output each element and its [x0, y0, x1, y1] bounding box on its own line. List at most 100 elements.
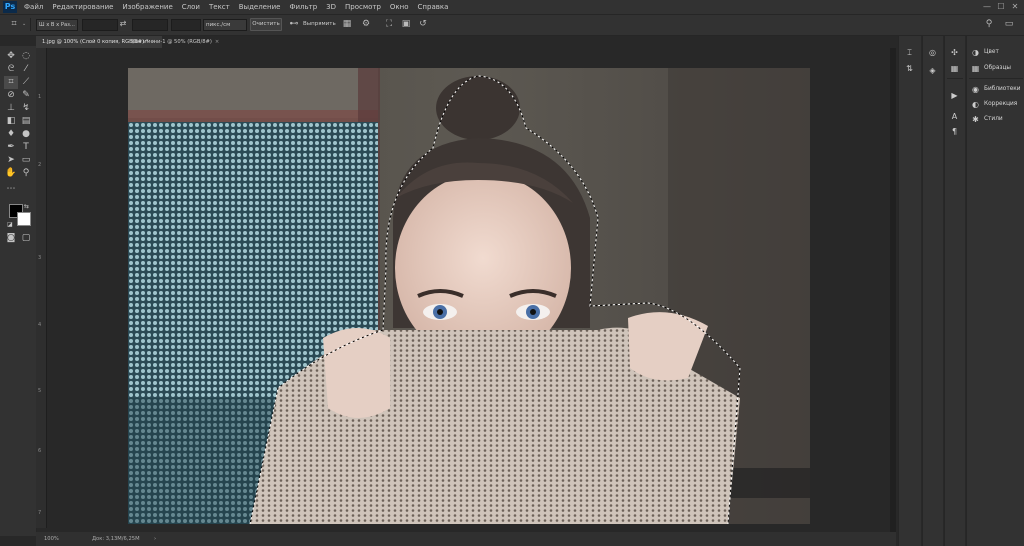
- pen-tool-icon[interactable]: ✒: [4, 141, 18, 154]
- ratio-select[interactable]: Ш х В х Раз...: [36, 19, 78, 31]
- move-tool-icon[interactable]: ✥: [4, 50, 18, 63]
- panel-adjustments[interactable]: ◐ Коррекция: [971, 98, 1017, 110]
- straighten-icon[interactable]: ⊷: [288, 19, 300, 29]
- tab-document-2[interactable]: Без имени-1 @ 50% (RGB/8#) ×: [126, 36, 225, 48]
- resolution-input[interactable]: [171, 19, 201, 31]
- ruler-mark: 7: [38, 510, 42, 516]
- paragraph-panel-icon[interactable]: ¶: [950, 127, 959, 136]
- layers-panel-icon[interactable]: ◈: [928, 66, 937, 75]
- content-aware-icon[interactable]: ▣: [400, 19, 412, 29]
- background-color-swatch[interactable]: [17, 212, 31, 226]
- adjustments-icon: ◐: [972, 99, 979, 109]
- tool-preset-chevron-icon[interactable]: ⌄: [22, 21, 26, 27]
- panel-styles[interactable]: ✱ Стили: [971, 113, 1003, 125]
- panel-label: Стили: [984, 116, 1003, 122]
- close-window-button[interactable]: ✕: [1010, 2, 1020, 12]
- search-icon[interactable]: ⚲: [983, 19, 995, 29]
- ruler-mark: 6: [38, 448, 42, 454]
- panel-libraries[interactable]: ◉ Библиотеки: [971, 83, 1021, 95]
- menu-select[interactable]: Выделение: [239, 0, 281, 14]
- document-tabs: 1.jpg @ 100% (Слой 0 копия, RGB/8#) * × Б…: [36, 36, 896, 48]
- panel-label: Образцы: [984, 65, 1011, 71]
- default-colors-icon[interactable]: ◪: [7, 221, 13, 228]
- reset-icon[interactable]: ↺: [417, 19, 429, 29]
- color-wheel-icon: ◑: [972, 47, 979, 57]
- dodge-tool-icon[interactable]: ●: [19, 128, 33, 141]
- panel-label: Коррекция: [984, 101, 1018, 107]
- gradient-icon[interactable]: ▤: [19, 115, 33, 128]
- width-input[interactable]: [82, 19, 118, 31]
- clone-stamp-icon[interactable]: ⊥: [4, 102, 18, 115]
- vertical-ruler: 1 2 3 4 5 6 7: [36, 48, 47, 528]
- crop-tool-icon[interactable]: ⌗: [8, 19, 20, 29]
- styles-icon: ✱: [972, 114, 979, 124]
- menu-filter[interactable]: Фильтр: [289, 0, 317, 14]
- document-image[interactable]: [128, 68, 810, 524]
- crop-tool-icon[interactable]: ⌗: [4, 76, 18, 89]
- ruler-mark: 2: [38, 162, 42, 168]
- swap-icon[interactable]: ⇄: [119, 19, 127, 29]
- menu-help[interactable]: Справка: [418, 0, 449, 14]
- ruler-mark: 4: [38, 322, 42, 328]
- divider: [947, 78, 963, 79]
- eyedropper-icon[interactable]: ⟋: [19, 76, 33, 89]
- swap-colors-icon[interactable]: ⇆: [24, 203, 29, 210]
- delete-cropped-icon[interactable]: ⛶: [383, 19, 395, 29]
- menu-image[interactable]: Изображение: [122, 0, 172, 14]
- tab-close-icon[interactable]: ×: [215, 39, 219, 45]
- shape-tool-icon[interactable]: ▭: [19, 154, 33, 167]
- history-panel-icon[interactable]: ⌶: [905, 48, 914, 57]
- marquee-tool-icon[interactable]: ◌: [19, 50, 33, 63]
- menu-3d[interactable]: 3D: [326, 0, 336, 14]
- magic-wand-icon[interactable]: ⁄: [19, 63, 33, 76]
- lasso-tool-icon[interactable]: ᘓ: [4, 63, 18, 76]
- properties-panel-icon[interactable]: ⇅: [905, 64, 914, 73]
- zoom-level[interactable]: 100%: [44, 532, 59, 546]
- ruler-mark: 3: [38, 255, 42, 261]
- brush-tool-icon[interactable]: ✎: [19, 89, 33, 102]
- options-bar: ⌗ ⌄ Ш х В х Раз... ⇄ пикс./см Очистить ⊷…: [0, 14, 1024, 36]
- canvas-scroll-edge: [890, 48, 896, 532]
- overlay-grid-icon[interactable]: ▦: [341, 19, 353, 29]
- menu-view[interactable]: Просмотр: [345, 0, 381, 14]
- clear-button[interactable]: Очистить: [250, 18, 282, 31]
- channels-panel-icon[interactable]: ◎: [928, 48, 937, 57]
- panel-dock-1: ⌶ ⇅: [898, 36, 921, 546]
- panel-label: Цвет: [984, 49, 999, 55]
- history-brush-icon[interactable]: ↯: [19, 102, 33, 115]
- actions-panel-icon[interactable]: ▦: [950, 64, 959, 73]
- menu-type[interactable]: Текст: [209, 0, 230, 14]
- play-actions-icon[interactable]: ▶: [950, 91, 959, 100]
- libraries-icon: ◉: [972, 84, 979, 94]
- workspace-icon[interactable]: ▭: [1003, 19, 1015, 29]
- panel-color[interactable]: ◑ Цвет: [971, 46, 999, 58]
- panel-dock-3: ✣ ▦ ▶ A ¶: [944, 36, 965, 546]
- panel-dock-labels: ◑ Цвет ▦ Образцы ◉ Библиотеки ◐ Коррекци…: [966, 36, 1024, 546]
- minimize-button[interactable]: —: [982, 2, 992, 12]
- screen-mode-icon[interactable]: ▢: [19, 232, 33, 245]
- maximize-button[interactable]: ☐: [996, 2, 1006, 12]
- quick-mask-icon[interactable]: ◙: [4, 232, 18, 245]
- units-select[interactable]: пикс./см: [203, 19, 247, 31]
- straighten-label[interactable]: Выпрямить: [303, 19, 336, 29]
- gear-icon[interactable]: ⚙: [360, 19, 372, 29]
- blur-tool-icon[interactable]: ♦: [4, 128, 18, 141]
- menu-file[interactable]: Файл: [24, 0, 43, 14]
- status-menu-arrow-icon[interactable]: ›: [154, 532, 156, 546]
- more-tools-icon[interactable]: ⋯: [4, 183, 18, 196]
- path-selection-icon[interactable]: ➤: [4, 154, 18, 167]
- height-input[interactable]: [132, 19, 168, 31]
- menu-window[interactable]: Окно: [390, 0, 409, 14]
- eraser-icon[interactable]: ◧: [4, 115, 18, 128]
- menu-edit[interactable]: Редактирование: [52, 0, 113, 14]
- healing-brush-icon[interactable]: ⊘: [4, 89, 18, 102]
- menu-layers[interactable]: Слои: [182, 0, 200, 14]
- panel-dock-2: ◎ ◈: [922, 36, 943, 546]
- character-panel-icon[interactable]: A: [950, 112, 959, 121]
- zoom-tool-icon[interactable]: ⚲: [19, 167, 33, 180]
- menu-bar: Ps Файл Редактирование Изображение Слои …: [0, 0, 1024, 14]
- panel-swatches[interactable]: ▦ Образцы: [971, 62, 1011, 74]
- type-tool-icon[interactable]: T: [19, 141, 33, 154]
- hand-tool-icon[interactable]: ✋: [4, 167, 18, 180]
- paths-panel-icon[interactable]: ✣: [950, 48, 959, 57]
